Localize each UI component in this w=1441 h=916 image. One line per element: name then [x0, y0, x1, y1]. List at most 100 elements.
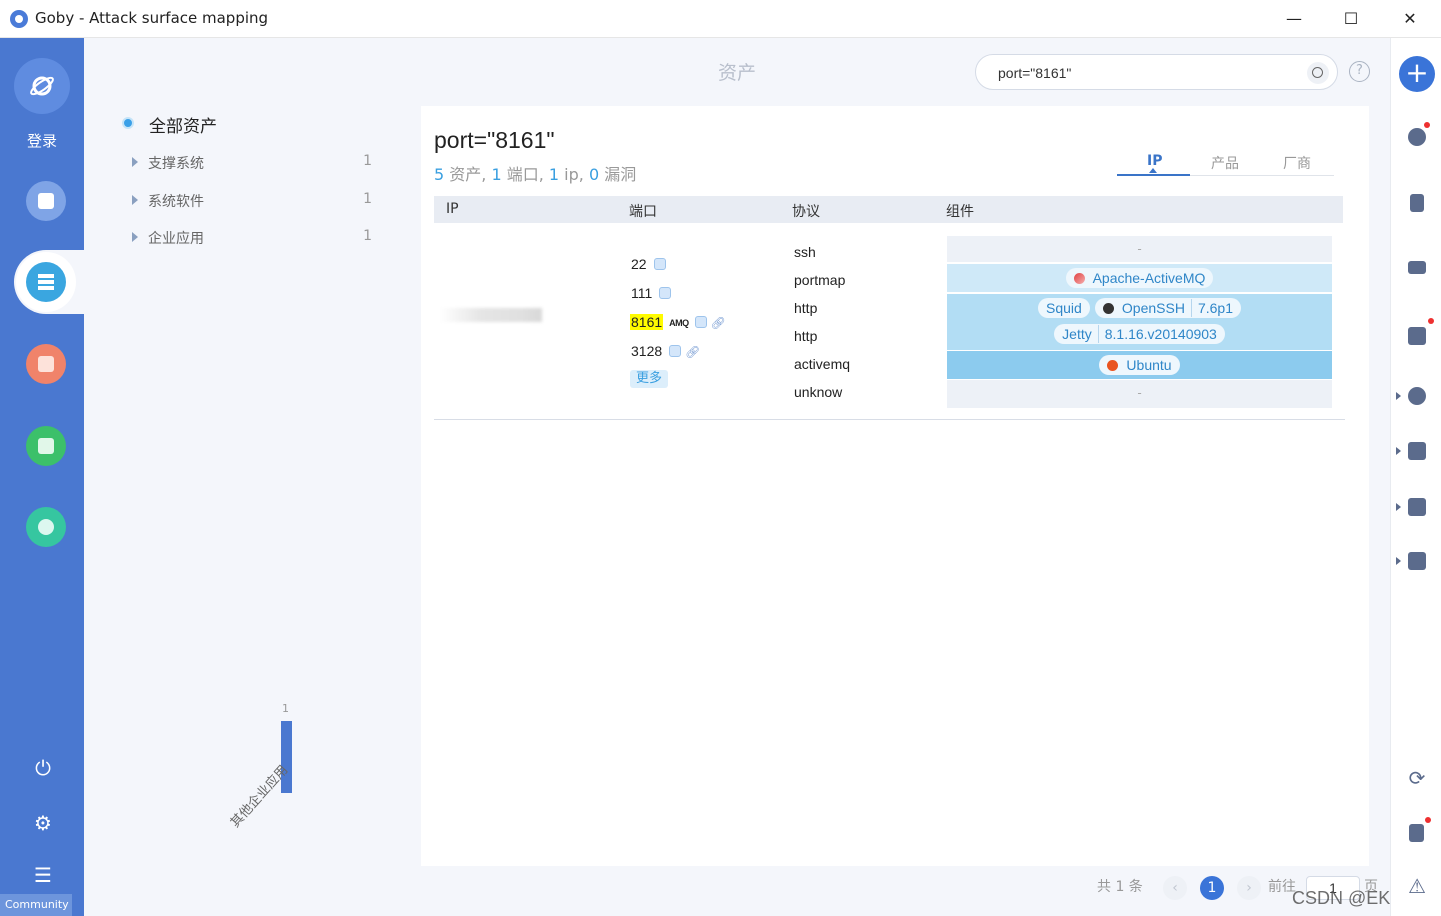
- notification-dot: [1424, 122, 1430, 128]
- category-count: 1: [363, 191, 372, 207]
- next-page-button[interactable]: ›: [1237, 876, 1261, 900]
- vulns-count[interactable]: 0: [589, 165, 599, 184]
- table-header: IP 端口 协议 组件: [434, 196, 1343, 223]
- community-badge[interactable]: Community: [0, 894, 72, 916]
- search-box[interactable]: [975, 54, 1338, 90]
- puzzle-icon[interactable]: [1406, 496, 1428, 518]
- component-tag-jetty[interactable]: Jetty 8.1.16.v20140903: [1054, 324, 1225, 344]
- port-number[interactable]: 22: [630, 256, 648, 272]
- category-item-support-system[interactable]: 支撑系统 1: [132, 153, 382, 173]
- login-link[interactable]: 登录: [0, 130, 84, 151]
- component-tag-ubuntu[interactable]: Ubuntu: [1099, 355, 1180, 375]
- link-icon[interactable]: 🔗︎: [685, 345, 700, 359]
- document-icon[interactable]: [1406, 192, 1428, 214]
- nav-scan-button[interactable]: [26, 181, 66, 221]
- link-icon[interactable]: 🔗︎: [711, 316, 726, 330]
- help-icon[interactable]: ?: [1349, 61, 1370, 82]
- redacted-ip-address[interactable]: [440, 308, 542, 322]
- component-row: -: [947, 236, 1332, 262]
- prev-page-button[interactable]: ‹: [1163, 876, 1187, 900]
- nav-report-button[interactable]: [26, 426, 66, 466]
- component-name: Ubuntu: [1126, 357, 1172, 373]
- category-count: 1: [363, 228, 372, 244]
- settings-gear-icon[interactable]: ⚙: [31, 811, 55, 835]
- category-count: 1: [363, 153, 372, 169]
- port-number-highlighted[interactable]: 8161: [630, 314, 664, 330]
- ip-icon[interactable]: [1406, 325, 1428, 347]
- notification-dot: [1425, 817, 1431, 823]
- component-row: -: [947, 380, 1332, 408]
- puzzle-icon: [38, 519, 54, 535]
- vulns-label: 漏洞: [599, 165, 637, 184]
- banner-view-icon[interactable]: [694, 316, 707, 328]
- banner-view-icon[interactable]: [659, 287, 672, 299]
- bug-icon[interactable]: [1406, 385, 1428, 407]
- protocol-cell: http: [794, 300, 818, 316]
- banner-view-icon[interactable]: [669, 345, 682, 357]
- window-title: Goby - Attack surface mapping: [35, 9, 269, 27]
- add-scan-button[interactable]: +: [1399, 56, 1435, 92]
- empty-component: -: [1137, 386, 1142, 400]
- bar-chart-icon[interactable]: [1406, 440, 1428, 462]
- activemq-feather-icon: [1073, 273, 1085, 284]
- category-all-label: 全部资产: [149, 117, 217, 137]
- component-name: Apache-ActiveMQ: [1092, 270, 1206, 286]
- search-icon[interactable]: [1307, 62, 1329, 84]
- category-label: 系统软件: [148, 194, 204, 210]
- expand-caret-icon[interactable]: [1396, 503, 1401, 511]
- maximize-button[interactable]: ☐: [1331, 4, 1371, 34]
- monitor-icon[interactable]: [1406, 259, 1428, 281]
- expand-caret-icon[interactable]: [1396, 447, 1401, 455]
- banner-view-icon[interactable]: [653, 258, 666, 270]
- expand-caret-icon[interactable]: [1396, 392, 1401, 400]
- port-row-22: 22: [630, 256, 666, 274]
- scan-icon: [38, 193, 54, 209]
- component-name: Jetty: [1062, 326, 1092, 342]
- tab-ip[interactable]: IP: [1147, 153, 1162, 169]
- openssh-fish-icon: [1102, 303, 1114, 314]
- category-item-system-software[interactable]: 系统软件 1: [132, 191, 382, 211]
- nav-extensions-button[interactable]: [26, 507, 66, 547]
- port-number[interactable]: 111: [630, 285, 653, 301]
- close-button[interactable]: ✕: [1390, 4, 1430, 34]
- refresh-icon[interactable]: ⟳: [1405, 766, 1429, 790]
- warning-icon[interactable]: ⚠: [1405, 874, 1429, 898]
- user-avatar[interactable]: [14, 58, 70, 114]
- component-tag-activemq[interactable]: Apache-ActiveMQ: [1065, 268, 1214, 288]
- category-label: 支撑系统: [148, 156, 204, 172]
- protocol-cell: ssh: [794, 244, 816, 260]
- component-tag-squid[interactable]: Squid: [1038, 298, 1090, 318]
- ports-count[interactable]: 1: [491, 165, 501, 184]
- nav-vulnerability-button[interactable]: [26, 344, 66, 384]
- component-name: Squid: [1046, 300, 1082, 316]
- active-tab-underline: [1117, 174, 1190, 176]
- power-icon[interactable]: ⏻: [31, 756, 55, 780]
- tab-product[interactable]: 产品: [1211, 153, 1239, 173]
- expand-caret-icon[interactable]: [1396, 557, 1401, 565]
- tab-vendor[interactable]: 厂商: [1283, 153, 1311, 173]
- protocol-cell: http: [794, 328, 818, 344]
- history-clock-icon[interactable]: [1406, 126, 1428, 148]
- menu-icon[interactable]: ☰: [31, 863, 55, 887]
- more-ports-button[interactable]: 更多: [630, 370, 669, 388]
- category-item-enterprise-app[interactable]: 企业应用 1: [132, 228, 382, 248]
- view-tabs: IP 产品 厂商: [1117, 150, 1334, 176]
- ips-count[interactable]: 1: [549, 165, 559, 184]
- port-number[interactable]: 3128: [630, 343, 663, 359]
- chart-bar-category-label: 其他企业应用: [227, 762, 292, 831]
- plugin-settings-icon[interactable]: [1406, 550, 1428, 572]
- left-nav: 登录 ⏻ ⚙ ☰ Community: [0, 38, 94, 916]
- log-icon[interactable]: [1406, 822, 1428, 844]
- caret-right-icon: [132, 195, 138, 205]
- page-1-button[interactable]: 1: [1200, 876, 1224, 900]
- search-input[interactable]: [998, 63, 1288, 83]
- page-title: 资产: [718, 62, 757, 84]
- category-all-assets[interactable]: 全部资产: [122, 112, 217, 137]
- assets-count[interactable]: 5: [434, 165, 444, 184]
- nav-assets-button[interactable]: [16, 252, 76, 312]
- minimize-button[interactable]: —: [1274, 4, 1314, 34]
- result-summary: 5 资产, 1 端口, 1 ip, 0 漏洞: [434, 161, 636, 185]
- right-toolbar: + ⟳ ⚠: [1390, 38, 1441, 916]
- component-tag-openssh[interactable]: OpenSSH 7.6p1: [1094, 298, 1241, 318]
- query-title: port="8161": [434, 127, 555, 153]
